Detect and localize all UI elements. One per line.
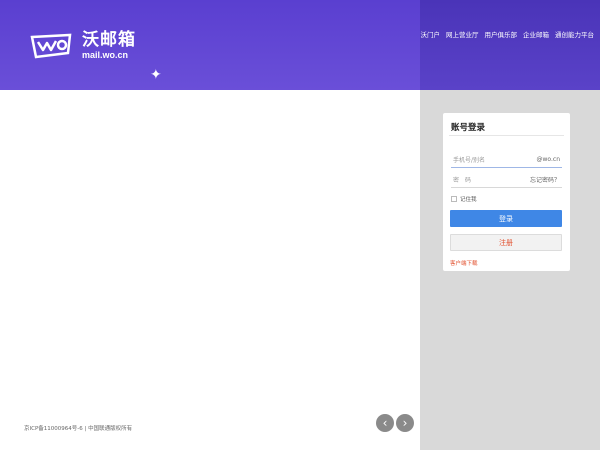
logo[interactable]: 沃邮箱 mail.wo.cn [30,32,136,60]
logo-domain: mail.wo.cn [82,50,129,60]
divider [449,135,564,136]
wo-logo-icon [30,33,72,59]
username-field[interactable]: 手机号/别名 @wo.cn [451,152,562,168]
remember-label: 记住我 [460,197,477,203]
remember-me[interactable]: 记住我 [451,195,477,203]
nav-enterprise-mail[interactable]: 企业邮箱 [523,29,549,39]
password-placeholder: 密 码 [453,177,472,184]
username-placeholder: 手机号/别名 [453,157,486,164]
password-field[interactable]: 密 码 忘记密码？ [451,172,562,188]
footer-copyright: 京ICP备11000964号-6 | 中国联通版权所有 [24,426,133,432]
login-button[interactable]: 登录 [450,210,562,227]
client-download-link[interactable]: 客户端下载 [450,259,478,267]
header-nav-area [420,0,600,90]
chevron-left-icon[interactable]: ‹ [376,414,394,432]
login-title: 账号登录 [451,123,486,133]
top-nav: 沃门户 网上营业厅 用户俱乐部 企业邮箱 通创能力平台 [421,29,595,39]
chevron-right-icon[interactable]: › [396,414,414,432]
sparkle-icon: ✦ [150,67,162,83]
nav-user-club[interactable]: 用户俱乐部 [485,29,518,39]
nav-capability-platform[interactable]: 通创能力平台 [555,29,594,39]
logo-title: 沃邮箱 [82,30,136,50]
nav-wo-portal[interactable]: 沃门户 [421,29,441,39]
login-card: 账号登录 手机号/别名 @wo.cn 密 码 忘记密码？ 记住我 登录 注册 客… [443,113,570,271]
remember-checkbox[interactable] [451,196,457,202]
nav-online-hall[interactable]: 网上营业厅 [446,29,479,39]
carousel-controls: ‹ › [376,414,414,432]
register-button[interactable]: 注册 [450,234,562,251]
forgot-password-link[interactable]: 忘记密码？ [530,175,562,184]
domain-suffix: @wo.cn [536,156,560,163]
